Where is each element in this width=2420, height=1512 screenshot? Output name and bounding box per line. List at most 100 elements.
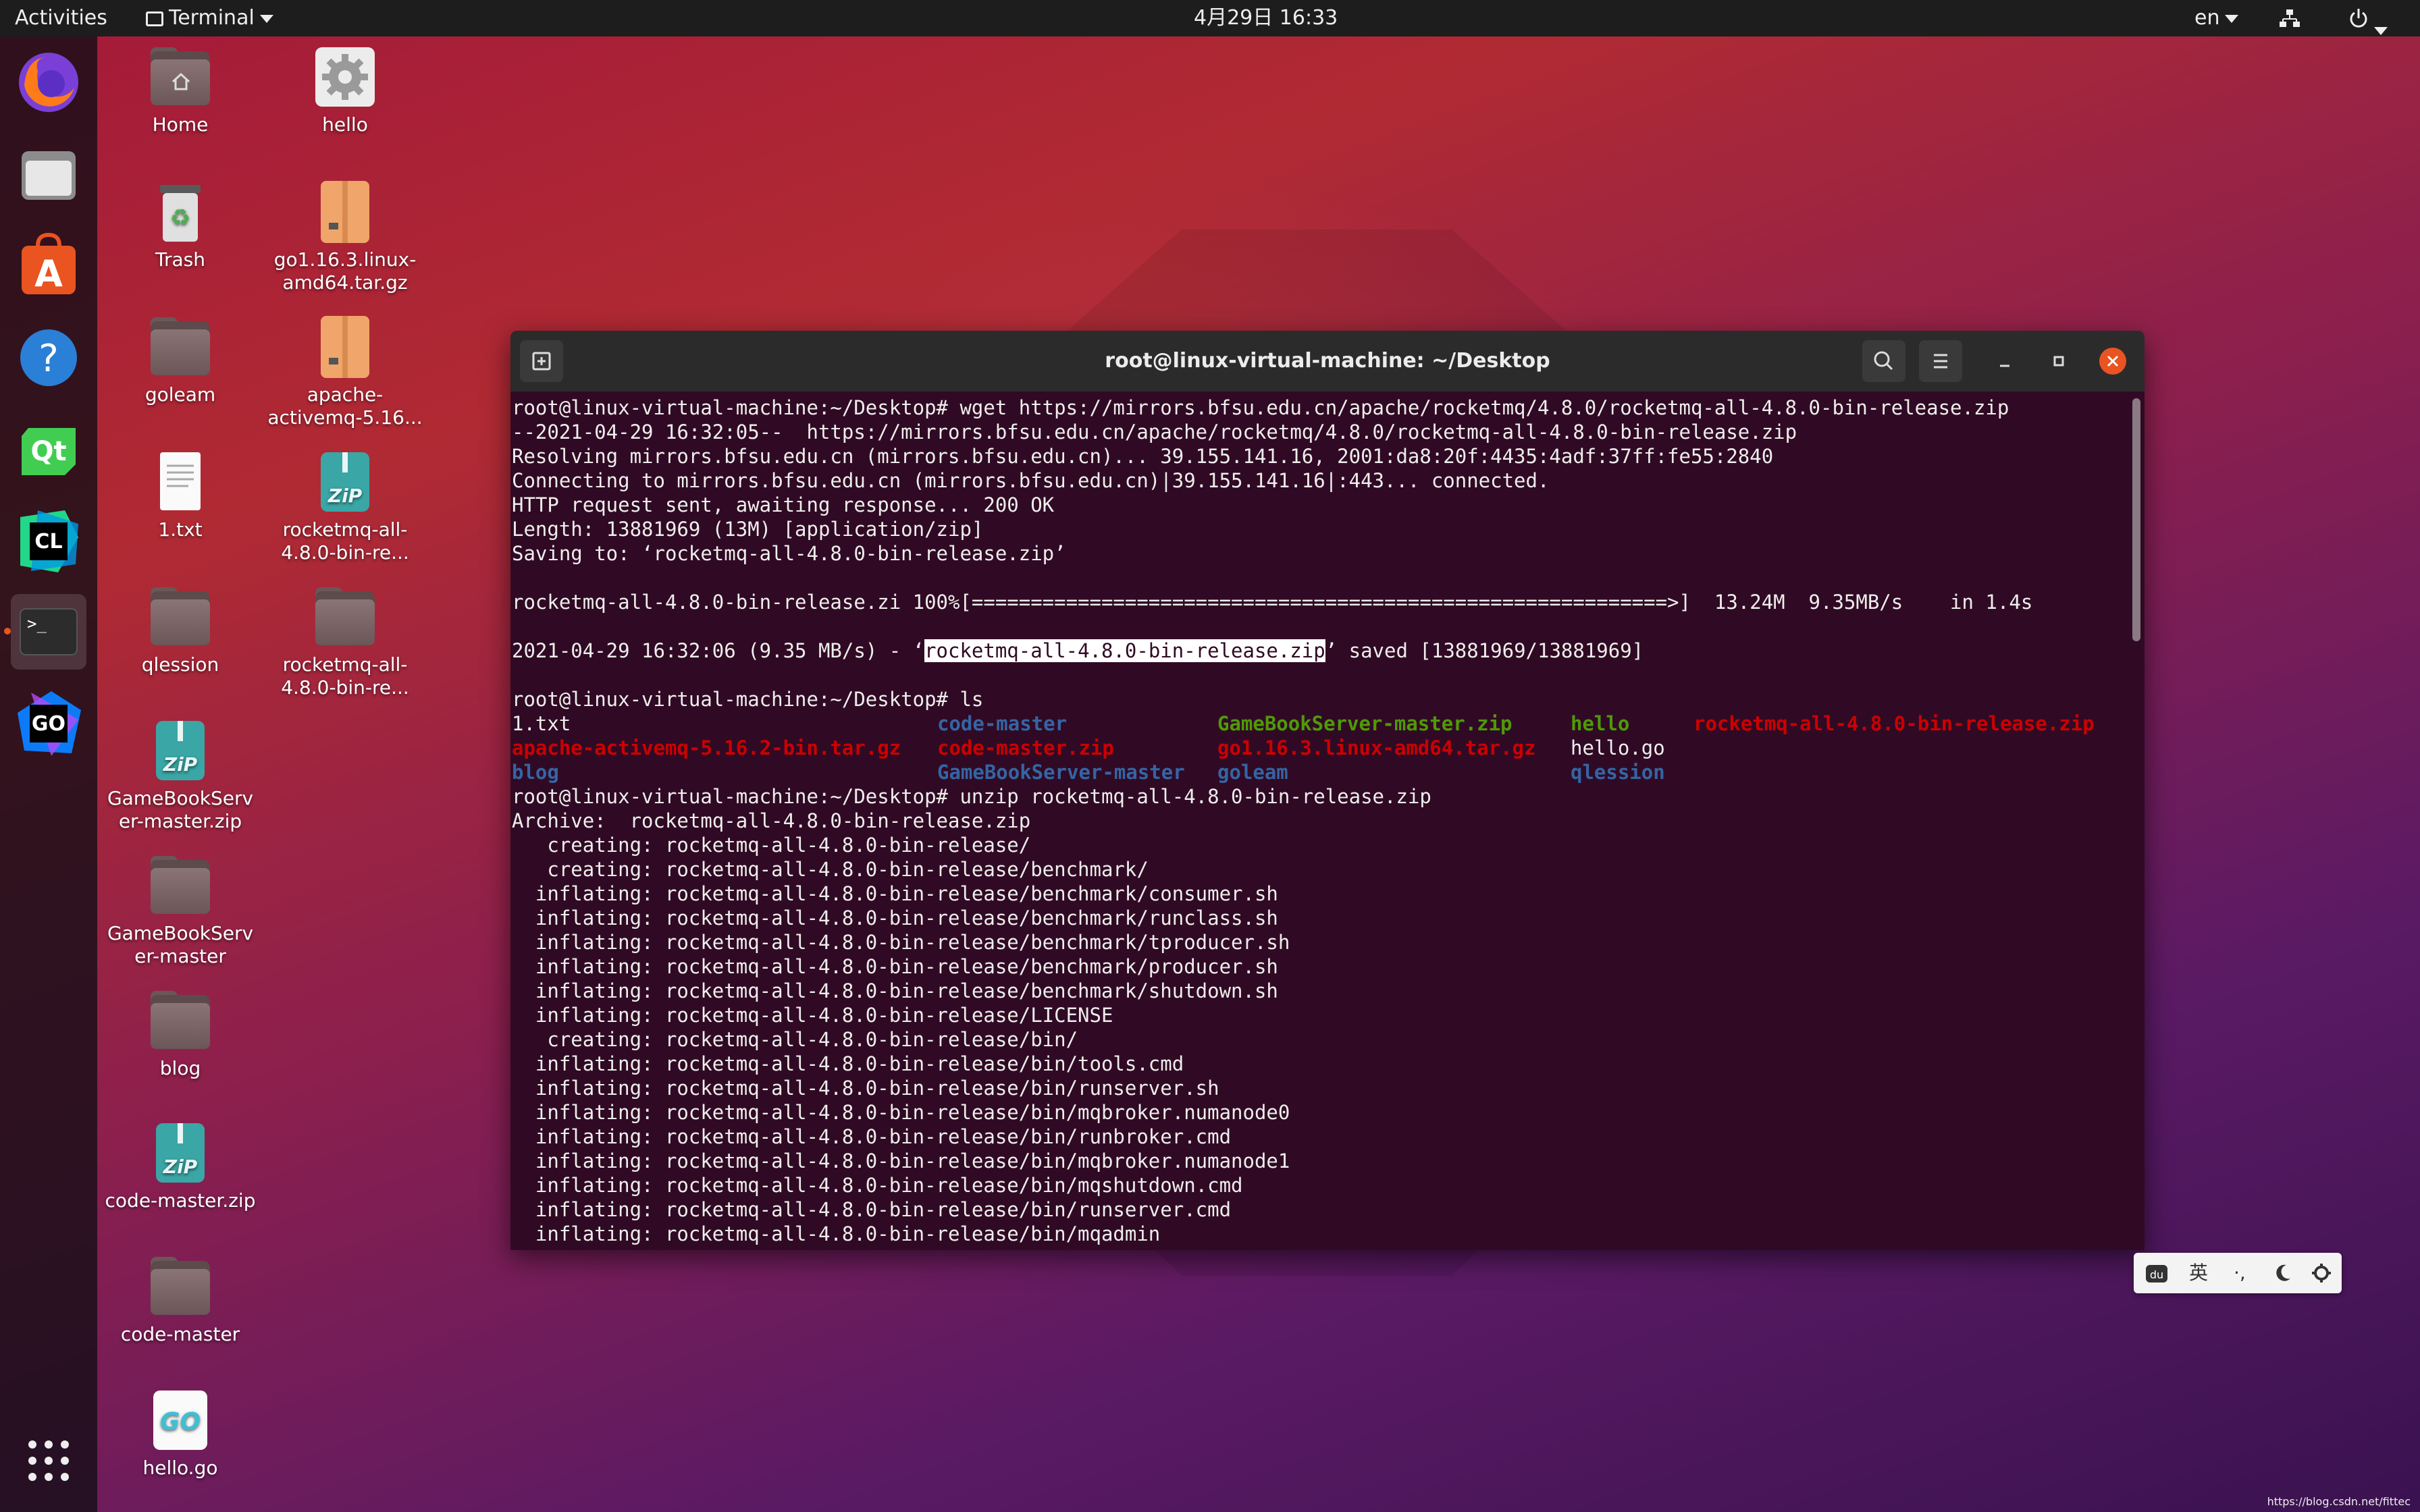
desktop-icon-label: rocketmq-all-4.8.0-bin-re...	[281, 518, 409, 564]
activities-button[interactable]: Activities	[15, 0, 107, 36]
hamburger-icon	[1934, 354, 1947, 369]
desktop-icon-label: code-master	[120, 1323, 240, 1345]
top-bar: Activities Terminal 4月29日 16:33 en	[0, 0, 2420, 36]
goland-icon[interactable]: GO	[11, 686, 86, 761]
help-icon[interactable]: ?	[11, 320, 86, 396]
terminal-line: inflating: rocketmq-all-4.8.0-bin-releas…	[512, 931, 1290, 954]
desktop-icon-go-tarball[interactable]: go1.16.3.linux-amd64.tar.gz	[267, 180, 423, 294]
paw-icon[interactable]: du	[2143, 1253, 2170, 1293]
saved-prefix: 2021-04-29 16:32:06 (9.35 MB/s) - ‘	[512, 639, 925, 662]
terminal-line: blog GameBookServer-master goleam qlession	[512, 760, 2126, 784]
desktop-icon-label: go1.16.3.linux-amd64.tar.gz	[273, 248, 417, 294]
desktop-icon-code-master[interactable]: code-master	[103, 1254, 258, 1346]
ime-punct-toggle[interactable]: ·,	[2234, 1253, 2246, 1293]
desktop-icon-blog[interactable]: blog	[103, 988, 258, 1080]
desktop-icon-1-txt[interactable]: 1.txt	[103, 450, 258, 541]
ls-entry: qlession	[1571, 761, 1665, 784]
desktop-icon-label: hello.go	[142, 1457, 218, 1479]
desktop-icon-label: rocketmq-all-4.8.0-bin-re...	[281, 653, 409, 699]
gear-icon[interactable]	[2311, 1253, 2332, 1293]
desktop-icon-gamebook-zip[interactable]: ZiP GameBookServer-master.zip	[103, 718, 258, 833]
software-icon[interactable]: A	[11, 228, 86, 304]
desktop-icon-trash[interactable]: ♻ Trash	[103, 180, 258, 271]
text-file-icon	[148, 450, 213, 514]
desktop-icon-gamebook-folder[interactable]: GameBookServer-master	[103, 853, 258, 968]
saved-suffix: ’ saved [13881969/13881969]	[1325, 639, 1644, 662]
svg-text:>_: >_	[27, 614, 47, 633]
ls-entry: GameBookServer-master.zip	[1217, 712, 1512, 735]
terminal-icon[interactable]: >_	[11, 594, 86, 670]
search-icon	[1874, 351, 1893, 371]
ls-entry: code-master	[937, 712, 1068, 735]
desktop-icon-code-master-zip[interactable]: ZiP code-master.zip	[103, 1120, 258, 1212]
clion-icon[interactable]: CL	[11, 504, 86, 579]
terminal-titlebar[interactable]: root@linux-virtual-machine: ~/Desktop	[510, 331, 2145, 392]
terminal-line: creating: rocketmq-all-4.8.0-bin-release…	[512, 1028, 1078, 1051]
ls-entry: hello.go	[1571, 736, 1665, 759]
terminal-line: --2021-04-29 16:32:05-- https://mirrors.…	[512, 421, 1797, 443]
selected-text[interactable]: rocketmq-all-4.8.0-bin-release.zip	[924, 639, 1325, 662]
qt-icon[interactable]: Qt	[11, 412, 86, 487]
terminal-line: Archive: rocketmq-all-4.8.0-bin-release.…	[512, 809, 1031, 832]
language-label: en	[2194, 6, 2220, 30]
ime-lang-toggle[interactable]: 英	[2189, 1253, 2208, 1293]
moon-icon[interactable]	[2273, 1253, 2293, 1293]
terminal-line: inflating: rocketmq-all-4.8.0-bin-releas…	[512, 882, 1278, 905]
terminal-line: inflating: rocketmq-all-4.8.0-bin-releas…	[512, 1052, 1184, 1075]
terminal-line: creating: rocketmq-all-4.8.0-bin-release…	[512, 834, 1031, 857]
watermark: https://blog.csdn.net/fittec	[2267, 1495, 2411, 1508]
svg-text:Qt: Qt	[30, 436, 66, 467]
desktop-icon-label: 1.txt	[158, 518, 203, 541]
terminal-window[interactable]: root@linux-virtual-machine: ~/Desktop ro…	[510, 331, 2145, 1250]
hamburger-menu-button[interactable]	[1919, 340, 1962, 382]
terminal-line: creating: rocketmq-all-4.8.0-bin-release…	[512, 858, 1149, 881]
svg-text:GO: GO	[160, 1408, 201, 1436]
desktop-icon-label: apache-activemq-5.16...	[267, 383, 423, 429]
app-menu[interactable]: Terminal	[146, 0, 273, 36]
go-file-icon: GO	[148, 1388, 213, 1453]
terminal-line: inflating: rocketmq-all-4.8.0-bin-releas…	[512, 1077, 1219, 1100]
power-menu[interactable]	[2348, 0, 2388, 36]
home-folder-icon	[148, 45, 213, 109]
ls-entry: apache-activemq-5.16.2-bin.tar.gz	[512, 736, 901, 759]
terminal-line: root@linux-virtual-machine:~/Desktop# wg…	[512, 396, 2009, 419]
ls-entry: goleam	[1217, 761, 1288, 784]
maximize-button[interactable]	[2038, 340, 2080, 382]
firefox-icon[interactable]	[11, 45, 86, 120]
zip-icon: ZiP	[313, 450, 377, 514]
terminal-small-icon	[146, 11, 163, 26]
desktop-icon-hello[interactable]: hello	[267, 45, 423, 136]
svg-text:?: ?	[38, 337, 59, 381]
ls-entry: 1.txt	[512, 712, 571, 735]
desktop-icon-qlession[interactable]: qlession	[103, 585, 258, 676]
clock[interactable]: 4月29日 16:33	[1194, 0, 1338, 36]
archive-icon	[313, 315, 377, 379]
chevron-down-icon	[2225, 14, 2239, 23]
desktop-icon-rocketmq-zip[interactable]: ZiP rocketmq-all-4.8.0-bin-re...	[267, 450, 423, 564]
show-apps-icon[interactable]	[11, 1420, 86, 1496]
desktop-icon-goleam[interactable]: goleam	[103, 315, 258, 406]
folder-icon	[148, 853, 213, 918]
close-button[interactable]	[2092, 340, 2134, 382]
input-language-menu[interactable]: en	[2194, 0, 2239, 36]
search-button[interactable]	[1862, 340, 1905, 382]
desktop-icon-hello-go[interactable]: GO hello.go	[103, 1388, 258, 1480]
terminal-output[interactable]: root@linux-virtual-machine:~/Desktop# wg…	[512, 396, 2126, 1246]
terminal-line: inflating: rocketmq-all-4.8.0-bin-releas…	[512, 955, 1278, 978]
ls-entry: blog	[512, 761, 559, 784]
svg-text:CL: CL	[34, 530, 62, 554]
desktop-icon-rocketmq-folder[interactable]: rocketmq-all-4.8.0-bin-re...	[267, 585, 423, 699]
minimize-button[interactable]	[1984, 340, 2026, 382]
ime-toolbar[interactable]: du 英 ·,	[2134, 1253, 2342, 1293]
desktop-icon-label: qlession	[141, 653, 219, 676]
desktop-icon-activemq[interactable]: apache-activemq-5.16...	[267, 315, 423, 429]
network-icon[interactable]	[2278, 0, 2301, 36]
terminal-scrollbar[interactable]	[2132, 398, 2140, 641]
terminal-line: inflating: rocketmq-all-4.8.0-bin-releas…	[512, 1222, 1161, 1245]
terminal-line: 1.txt code-master GameBookServer-master.zi…	[512, 711, 2126, 736]
files-icon[interactable]	[11, 136, 86, 212]
desktop-icon-home[interactable]: Home	[103, 45, 258, 136]
terminal-line: inflating: rocketmq-all-4.8.0-bin-releas…	[512, 1125, 1232, 1148]
